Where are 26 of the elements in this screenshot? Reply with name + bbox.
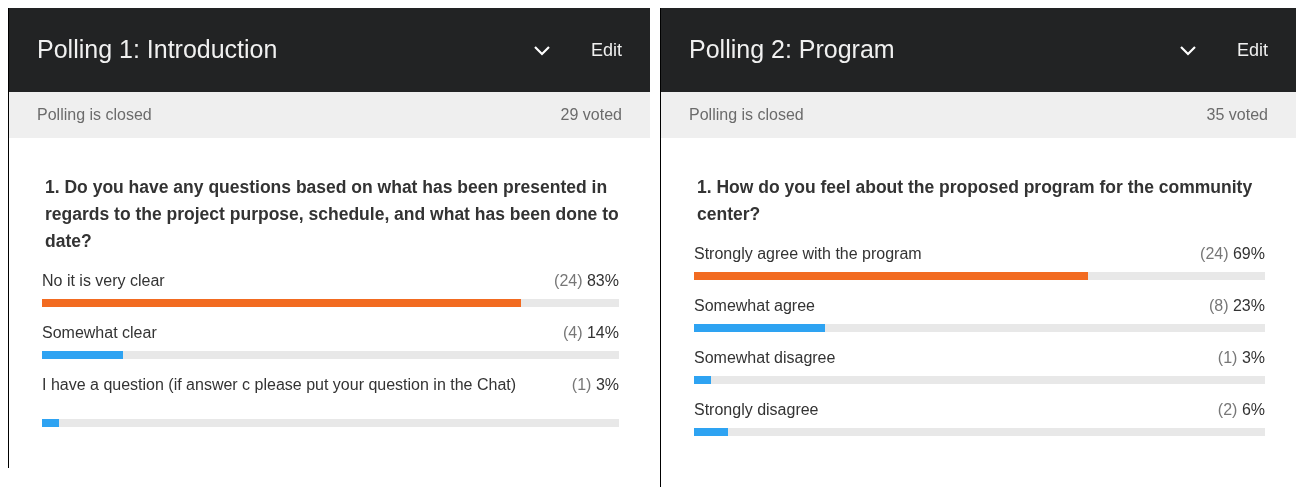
option-label: Somewhat clear xyxy=(42,323,157,343)
option-result: (24) 83% xyxy=(554,271,619,291)
option-label: I have a question (if answer c please put your question in the Chat) xyxy=(42,375,517,395)
option-result: (8) 23% xyxy=(1208,296,1265,316)
option-label: No it is very clear xyxy=(42,271,165,291)
option-label: Strongly agree with the program xyxy=(694,244,922,264)
option-result: (1) 3% xyxy=(571,375,619,395)
option-result: (24) 69% xyxy=(1200,244,1265,264)
edit-button[interactable]: Edit xyxy=(590,36,622,64)
question-text: 1. Do you have any questions based on what has been presented in regards to the project purpose, schedule, and what has been done to date? xyxy=(44,176,619,253)
chevron-down-icon[interactable] xyxy=(532,44,551,56)
edit-button[interactable]: Edit xyxy=(1236,36,1268,64)
poll-title: Polling 1: Introduction xyxy=(37,34,279,66)
vote-count: 35 voted xyxy=(1206,105,1268,125)
option-result: (1) 3% xyxy=(1217,348,1265,368)
question-text: 1. How do you feel about the proposed program for the community center? xyxy=(696,176,1254,226)
poll-status: Polling is closed xyxy=(689,105,804,125)
option-result: (2) 6% xyxy=(1217,400,1265,420)
poll-title: Polling 2: Program xyxy=(689,34,896,66)
option-result: (4) 14% xyxy=(562,323,619,343)
vote-count: 29 voted xyxy=(560,105,622,125)
option-label: Somewhat agree xyxy=(694,296,815,316)
poll-status: Polling is closed xyxy=(37,105,152,125)
option-label: Strongly disagree xyxy=(694,400,819,420)
chevron-down-icon[interactable] xyxy=(1178,44,1197,56)
option-label: Somewhat disagree xyxy=(694,348,836,368)
